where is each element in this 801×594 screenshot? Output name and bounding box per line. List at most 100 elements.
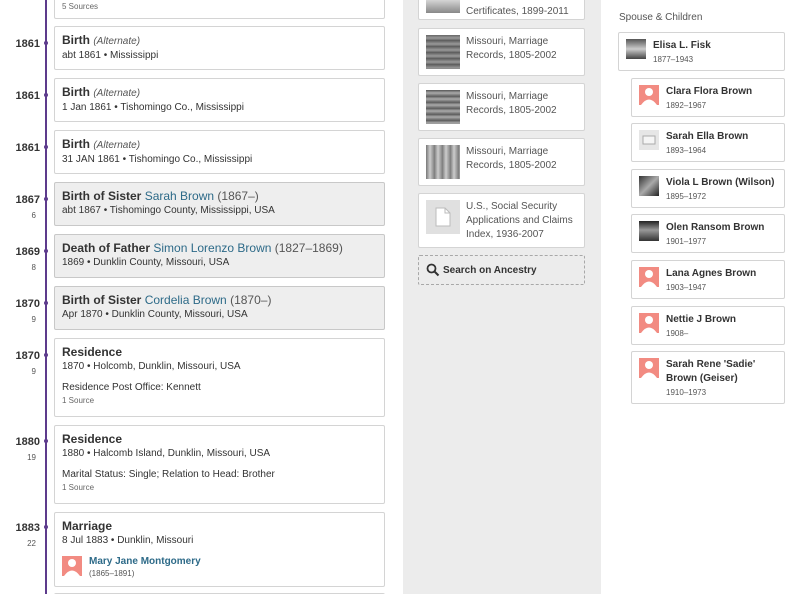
marriage-record-thumbnail	[426, 90, 460, 124]
search-icon	[426, 263, 440, 277]
timeline-dot	[44, 353, 48, 357]
event-age: 19	[27, 453, 36, 462]
source-title: Certificates, 1899-2011	[466, 6, 569, 17]
timeline-event-family[interactable]: Birth of Sister Cordelia Brown (1870–) A…	[54, 286, 385, 330]
timeline-dot	[44, 525, 48, 529]
member-name: Olen Ransom Brown	[666, 222, 765, 233]
source-card[interactable]: Missouri, Marriage Records, 1805-2002	[418, 138, 585, 186]
source-card[interactable]: U.S., Social Security Applications and C…	[418, 193, 585, 248]
spouse-card[interactable]: Elisa L. Fisk 1877–1943	[618, 32, 785, 71]
member-name: Sarah Ella Brown	[666, 131, 749, 142]
member-dates: 1910–1973	[666, 388, 707, 397]
timeline-event-partial[interactable]: 5 Sources	[54, 0, 385, 19]
event-title: Birth of Sister Sarah Brown (1867–)	[62, 189, 259, 203]
event-age: 6	[31, 211, 36, 220]
lifestory-page: 5 Sources 1861 Birth (Alternate) abt 186…	[0, 0, 801, 594]
event-age: 9	[31, 315, 36, 324]
event-year: 1867	[15, 194, 40, 206]
relative-link[interactable]: Sarah Brown	[145, 189, 214, 203]
timeline-dot	[44, 249, 48, 253]
timeline-event-birth[interactable]: Birth (Alternate) abt 1861 • Mississippi	[54, 26, 385, 70]
source-card[interactable]: Missouri, Marriage Records, 1805-2002	[418, 28, 585, 76]
search-label: Search on Ancestry	[443, 264, 537, 276]
timeline-event-family[interactable]: Death of Father Simon Lorenzo Brown (182…	[54, 234, 385, 278]
event-title: Death of Father Simon Lorenzo Brown (182…	[62, 241, 343, 255]
member-dates: 1908–	[666, 329, 689, 338]
event-title: Residence	[62, 432, 123, 446]
photo-avatar-icon	[639, 176, 659, 196]
child-card[interactable]: Sarah Rene 'Sadie' Brown (Geiser) 1910–1…	[631, 351, 785, 404]
member-name: Lana Agnes Brown	[666, 268, 757, 279]
search-on-ancestry-button[interactable]: Search on Ancestry	[418, 255, 585, 285]
event-detail: 31 JAN 1861 • Tishomingo Co., Mississipp…	[62, 154, 253, 165]
spouse-dates: (1865–1891)	[89, 569, 135, 578]
event-year: 1861	[15, 142, 40, 154]
event-detail: 1870 • Holcomb, Dunklin, Missouri, USA	[62, 361, 241, 372]
timeline-event-birth[interactable]: Birth (Alternate) 31 JAN 1861 • Tishomin…	[54, 130, 385, 174]
document-icon	[426, 200, 460, 234]
female-avatar-icon	[639, 313, 659, 333]
event-year-col: 1870 9	[0, 350, 40, 376]
event-note: Marital Status: Single; Relation to Head…	[62, 469, 275, 480]
event-sources[interactable]: 1 Source	[62, 483, 377, 492]
child-card[interactable]: Viola L Brown (Wilson) 1895–1972	[631, 169, 785, 208]
timeline-dot	[44, 301, 48, 305]
child-card[interactable]: Sarah Ella Brown 1893–1964	[631, 123, 785, 162]
timeline-dot	[44, 197, 48, 201]
child-card[interactable]: Nettie J Brown 1908–	[631, 306, 785, 345]
source-title: Missouri, Marriage Records, 1805-2002	[466, 146, 557, 171]
event-year: 1870	[15, 350, 40, 362]
child-card[interactable]: Lana Agnes Brown 1903–1947	[631, 260, 785, 299]
source-title: Missouri, Marriage Records, 1805-2002	[466, 36, 557, 61]
event-year-col: 1883 22	[0, 522, 40, 548]
spouse-row[interactable]: Mary Jane Montgomery (1865–1891)	[62, 556, 377, 578]
timeline-event-residence[interactable]: Residence 1880 • Halcomb Island, Dunklin…	[54, 425, 385, 504]
timeline-dot	[44, 41, 48, 45]
timeline-event-residence[interactable]: Residence 1870 • Holcomb, Dunklin, Misso…	[54, 338, 385, 417]
photo-avatar-icon	[639, 221, 659, 241]
source-title: U.S., Social Security Applications and C…	[466, 201, 573, 240]
source-card[interactable]: Certificates, 1899-2011	[418, 0, 585, 20]
event-year-col: 1867 6	[0, 194, 40, 220]
event-age: 9	[31, 367, 36, 376]
timeline-line	[45, 0, 47, 594]
photo-avatar-icon	[626, 39, 646, 59]
spouse-name-link[interactable]: Mary Jane Montgomery	[89, 556, 201, 567]
event-sources[interactable]: 5 Sources	[62, 2, 377, 11]
marriage-record-thumbnail	[426, 35, 460, 69]
child-card[interactable]: Olen Ransom Brown 1901–1977	[631, 214, 785, 253]
family-section-label: Spouse & Children	[619, 12, 703, 23]
event-detail: 8 Jul 1883 • Dunklin, Missouri	[62, 535, 194, 546]
member-dates: 1877–1943	[653, 55, 694, 64]
event-detail: Apr 1870 • Dunklin County, Missouri, USA	[62, 309, 248, 320]
event-title: Birth of Sister Cordelia Brown (1870–)	[62, 293, 272, 307]
relative-link[interactable]: Simon Lorenzo Brown	[153, 241, 271, 255]
event-detail: 1 Jan 1861 • Tishomingo Co., Mississippi	[62, 102, 244, 113]
event-year-col: 1861	[0, 90, 40, 102]
event-year-col: 1870 9	[0, 298, 40, 324]
relative-link[interactable]: Cordelia Brown	[145, 293, 227, 307]
child-card[interactable]: Clara Flora Brown 1892–1967	[631, 78, 785, 117]
timeline-event-family[interactable]: Birth of Sister Sarah Brown (1867–) abt …	[54, 182, 385, 226]
event-title: Birth (Alternate)	[62, 137, 141, 151]
event-title: Birth (Alternate)	[62, 33, 141, 47]
event-age: 8	[31, 263, 36, 272]
event-year-col: 1869 8	[0, 246, 40, 272]
member-name: Nettie J Brown	[666, 314, 737, 325]
timeline-event-birth[interactable]: Birth (Alternate) 1 Jan 1861 • Tishoming…	[54, 78, 385, 122]
timeline-event-marriage[interactable]: Marriage 8 Jul 1883 • Dunklin, Missouri …	[54, 512, 385, 587]
source-card[interactable]: Missouri, Marriage Records, 1805-2002	[418, 83, 585, 131]
event-year-col: 1880 19	[0, 436, 40, 462]
female-avatar-icon	[62, 556, 82, 576]
timeline-dot	[44, 93, 48, 97]
event-note: Residence Post Office: Kennett	[62, 382, 201, 393]
event-sources[interactable]: 1 Source	[62, 396, 377, 405]
event-year: 1869	[15, 246, 40, 258]
event-detail: abt 1861 • Mississippi	[62, 50, 159, 61]
member-dates: 1895–1972	[666, 192, 707, 201]
event-year: 1883	[15, 522, 40, 534]
member-dates: 1892–1967	[666, 101, 707, 110]
timeline-dot	[44, 145, 48, 149]
event-title: Marriage	[62, 519, 113, 533]
female-avatar-icon	[639, 85, 659, 105]
